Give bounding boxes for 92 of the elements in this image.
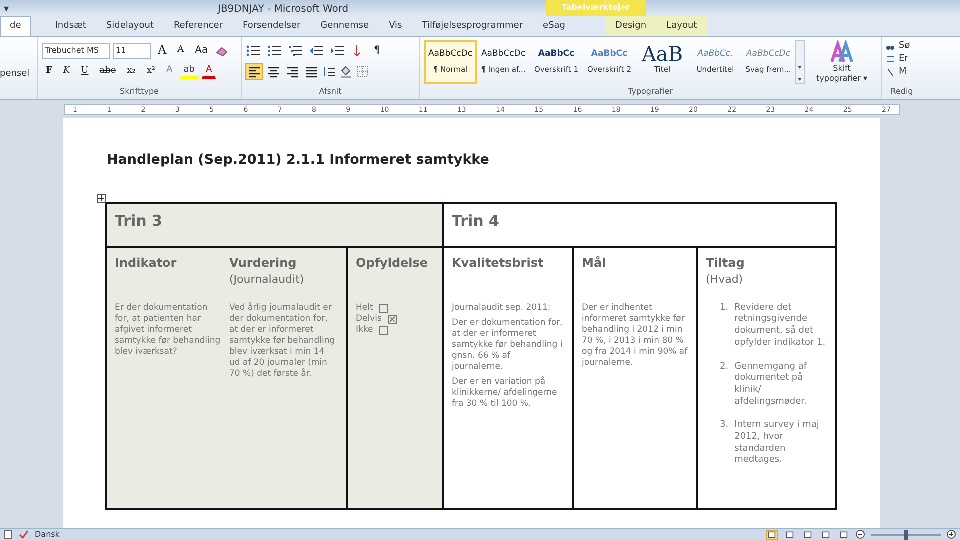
column-subheading: (Hvad): [706, 273, 744, 286]
borders-icon[interactable]: [356, 65, 369, 78]
table-move-handle-icon[interactable]: [97, 194, 106, 204]
zoom-in-icon[interactable]: [947, 530, 956, 539]
view-button[interactable]: [838, 530, 850, 540]
stage-title: Trin 4: [452, 212, 500, 230]
superscript-button[interactable]: x²: [142, 63, 160, 80]
increase-indent-icon[interactable]: [330, 44, 345, 57]
option-label: Ikke: [356, 324, 374, 336]
body-text: Der er indhentet informeret samtykke før behandling i 2012 i min 70 %, i 2013 i min 80 % og fra 2014 i min 90% af journalerne.: [582, 302, 688, 370]
decrease-indent-icon[interactable]: [309, 44, 324, 57]
editing-command[interactable]: M: [899, 66, 907, 80]
ribbon-tab[interactable]: eSag: [533, 16, 576, 36]
list-item-text: Intern survey i maj 2012, hvor standarden medtages.: [734, 420, 820, 467]
view-button[interactable]: [784, 530, 796, 540]
option-label: Helt: [356, 302, 374, 314]
ribbon-tab[interactable]: Gennemse: [310, 16, 380, 36]
column-subheading: (Journalaudit): [230, 273, 304, 286]
shrink-font-button[interactable]: A: [174, 42, 188, 59]
body-text: Der er dokumentation for, at der er informeret samtykke før behandling i gnsn. 66 % af journalerne.: [452, 318, 564, 374]
ribbon-tab[interactable]: Referencer: [164, 16, 233, 36]
pilcrow-button[interactable]: ¶: [370, 42, 384, 59]
change-case-button[interactable]: Aa: [191, 42, 212, 59]
justify-button[interactable]: [303, 64, 319, 79]
gallery-scroll-icon[interactable]: [795, 40, 805, 84]
group-label: Redig: [890, 86, 914, 98]
change-styles-icon[interactable]: [830, 40, 854, 64]
list-number: 1.: [720, 302, 729, 315]
column-heading: Mål: [582, 255, 608, 272]
view-button[interactable]: [766, 530, 778, 540]
font-size-field[interactable]: 11: [113, 42, 151, 58]
column-heading: Vurdering: [230, 255, 298, 272]
ribbon-tab[interactable]: Layout: [656, 16, 708, 36]
line-spacing-icon[interactable]: [322, 65, 336, 78]
list-number: 3.: [720, 420, 729, 432]
ribbon-tab[interactable]: Indsæt: [45, 16, 96, 36]
zoom-out-icon[interactable]: [856, 530, 865, 539]
select-icon[interactable]: [886, 68, 895, 77]
language-label[interactable]: Dansk: [35, 528, 60, 540]
list-number: 2.: [720, 362, 729, 374]
group-label: Afsnit: [318, 86, 343, 98]
column-heading: Kvalitetsbrist: [452, 255, 545, 272]
column-heading: Opfyldelse: [356, 255, 430, 272]
bullet-list-icon[interactable]: [246, 44, 261, 57]
ribbon-tab[interactable]: Forsendelser: [232, 16, 311, 36]
ribbon-tab[interactable]: de: [0, 16, 32, 36]
eraser-icon[interactable]: [215, 44, 230, 56]
window-title: JB9DNJAY - Microsoft Word: [218, 3, 349, 17]
underline-button[interactable]: U: [77, 63, 93, 80]
document-heading: Handleplan (Sep.2011) 2.1.1 Informeret samtykke: [107, 151, 490, 170]
center-button[interactable]: [265, 64, 281, 79]
body-text: Der er en variation på klinikkerne/ afdelingerne fra 30 % til 100 %.: [452, 377, 558, 410]
align-right-button[interactable]: [284, 64, 300, 79]
view-button[interactable]: [820, 530, 832, 540]
multilevel-list-icon[interactable]: [288, 44, 303, 57]
group-label: Typografier: [627, 86, 674, 98]
highlight-button[interactable]: ab: [180, 64, 199, 79]
ribbon-tab[interactable]: Tilføjelsesprogrammer: [412, 16, 534, 36]
shading-icon[interactable]: [339, 65, 353, 78]
font-color-button[interactable]: A: [202, 64, 216, 79]
view-button[interactable]: [802, 530, 814, 540]
body-text: Er der dokumentation for, at patienten har afgivet informeret samtykke før behandling blev iværksat?: [115, 302, 222, 358]
clipboard-label[interactable]: pensel: [0, 68, 37, 82]
body-text: Ved årlig journalaudit er der dokumentation for, at der er informeret samtykke før behandling blev iværksat i min 14 ud af 20 journaler (min 70 %) det første år.: [230, 302, 336, 380]
editing-command[interactable]: Sø: [899, 40, 910, 54]
body-text: Journalaudit sep. 2011:: [452, 302, 552, 314]
column-heading: Tiltag: [706, 255, 746, 272]
zoom-slider-thumb[interactable]: [904, 530, 908, 540]
subscript-button[interactable]: x₂: [123, 63, 140, 80]
replace-icon[interactable]: [886, 55, 895, 64]
page-icon[interactable]: [4, 530, 13, 540]
stage-title: Trin 3: [115, 212, 162, 230]
list-item-text: Revidere det retningsgivende dokument, så det opfylder indikator 1.: [734, 302, 827, 350]
list-item-text: Gennemgang af dokumentet på klinik/ afdelingsmøder.: [734, 362, 808, 408]
italic-button[interactable]: K: [59, 63, 74, 80]
column-heading: Indikator: [115, 255, 178, 272]
font-name-field[interactable]: Trebuchet MS: [42, 42, 110, 58]
strikethrough-button[interactable]: abe: [96, 63, 120, 80]
change-styles-button[interactable]: Skift typografier ▾: [813, 64, 871, 84]
quick-access-menu[interactable]: ▾: [4, 2, 10, 17]
ribbon-tab[interactable]: Vis: [379, 16, 412, 36]
grow-font-button[interactable]: A: [154, 42, 171, 59]
group-label: Skrifttype: [119, 86, 160, 98]
proofing-icon[interactable]: [19, 530, 29, 540]
option-label: Delvis: [356, 314, 382, 325]
editing-command[interactable]: Er: [899, 52, 908, 66]
bold-button[interactable]: F: [42, 63, 56, 80]
ribbon-tab[interactable]: Design: [606, 16, 657, 36]
context-tab-group: Tabelværktøjer: [546, 0, 646, 16]
numbered-list-icon[interactable]: [267, 44, 282, 57]
ribbon-tab[interactable]: Sidelayout: [96, 16, 164, 36]
align-left-button[interactable]: [246, 64, 262, 79]
